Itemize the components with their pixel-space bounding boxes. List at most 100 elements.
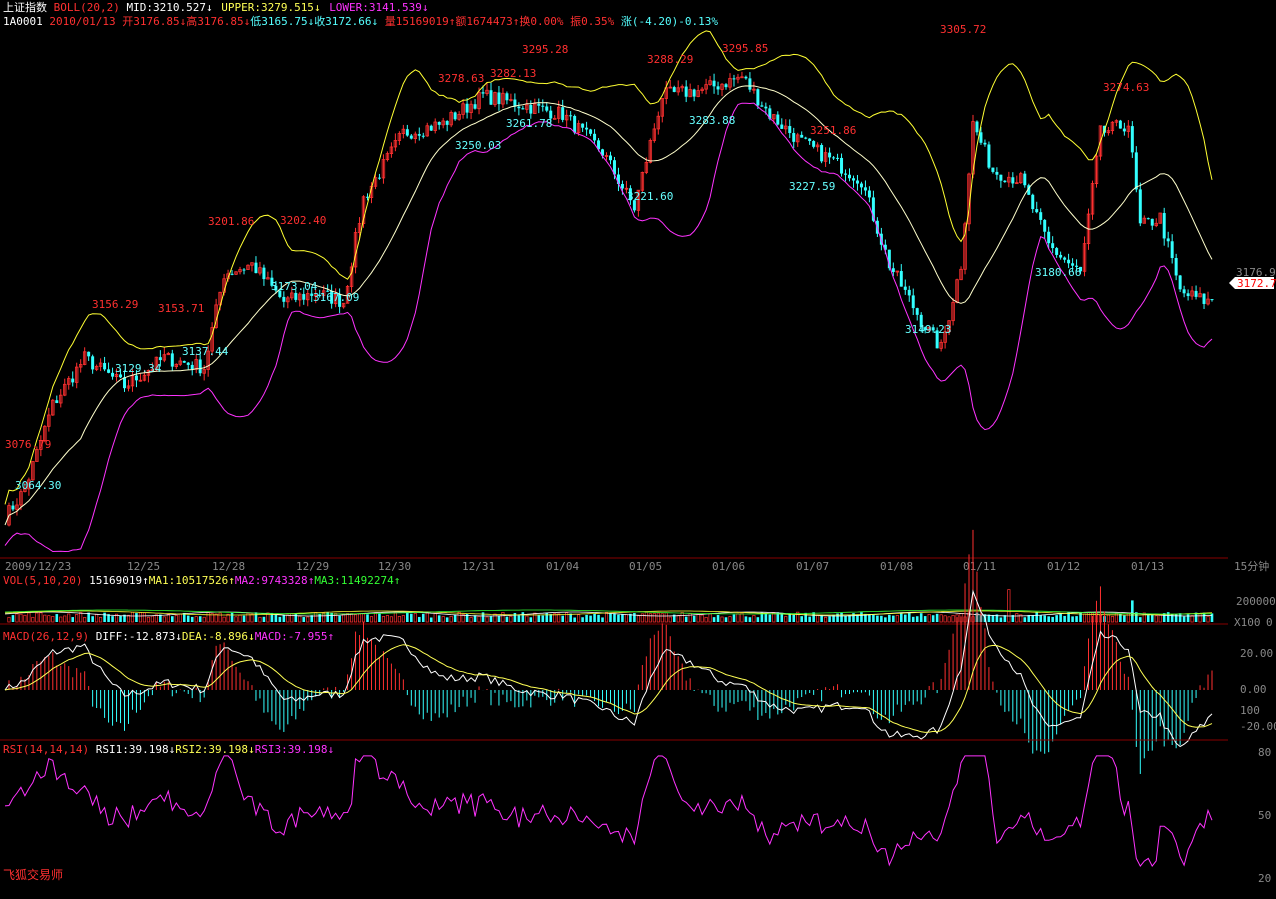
- vol-ma3: MA3:11492274: [314, 574, 394, 587]
- volume-bar: [1182, 616, 1186, 622]
- candle-body: [867, 190, 871, 198]
- volume-bar: [1043, 615, 1046, 622]
- low-annotation: 3137.44: [182, 345, 229, 358]
- candle-body: [190, 364, 194, 370]
- date-tick-label: 12/31: [462, 560, 495, 573]
- rsi-tick-label: 20: [1258, 872, 1271, 885]
- volume-bar: [473, 615, 477, 622]
- candle-body: [859, 183, 863, 188]
- down-arrow-icon: ↓: [248, 630, 255, 643]
- volume-bar: [509, 615, 513, 623]
- volume-bar: [294, 613, 298, 622]
- candle-body: [828, 152, 832, 158]
- volume-bar: [828, 616, 831, 622]
- volume-bar: [202, 616, 206, 623]
- volume-bar: [441, 616, 445, 623]
- volume-bar: [39, 612, 43, 623]
- volume-bar: [684, 616, 688, 622]
- volume-bar: [1131, 600, 1134, 622]
- volume-bar: [597, 614, 600, 622]
- down-arrow-icon: ↓: [248, 743, 255, 756]
- volume-bar: [1051, 616, 1054, 622]
- candle-body: [505, 93, 509, 101]
- volume-bar: [1186, 614, 1190, 622]
- volume-bar: [525, 615, 529, 623]
- volume-bar: [521, 612, 525, 622]
- volume-bar: [262, 616, 266, 622]
- down-arrow-icon: ↓: [175, 630, 182, 643]
- stock-chart[interactable]: 3076.79 3156.29 3153.71 3201.86 3202.40 3278.…: [0, 0, 1276, 899]
- volume-bar: [1023, 617, 1027, 622]
- candle-body: [979, 132, 983, 143]
- candle-body: [541, 105, 545, 107]
- volume-bar: [1007, 589, 1011, 623]
- volume-bar: [732, 614, 736, 622]
- volume-bar: [636, 615, 640, 623]
- candle-body: [911, 295, 915, 309]
- volume-bar: [999, 617, 1003, 622]
- candle-body: [71, 378, 75, 383]
- candle-body: [262, 267, 266, 280]
- candle-body: [1122, 128, 1126, 132]
- volume-bar: [1015, 613, 1019, 623]
- candle-body: [1166, 238, 1170, 242]
- volume-bar: [884, 617, 887, 622]
- candle-body: [975, 121, 979, 133]
- candle-body: [561, 107, 565, 120]
- candle-body: [903, 286, 907, 290]
- candle-body: [836, 157, 840, 159]
- candle-body: [764, 106, 768, 109]
- macd-diff: DIFF:-12.873: [95, 630, 176, 643]
- candle-body: [999, 174, 1003, 181]
- down-arrow-icon: ↓: [205, 1, 213, 14]
- volume-bar: [322, 612, 326, 623]
- volume-bar: [1126, 612, 1130, 623]
- candle-body: [808, 138, 812, 142]
- volume-bar: [433, 613, 437, 623]
- volume-bar: [350, 613, 354, 623]
- volume-bar: [1150, 614, 1154, 622]
- volume-bar: [549, 614, 553, 622]
- volume-bar: [381, 616, 385, 623]
- volume-bar: [903, 614, 907, 622]
- candle-body: [863, 187, 867, 191]
- volume-bar: [876, 615, 879, 622]
- volume-bar: [1059, 613, 1062, 622]
- volume-bar: [369, 616, 374, 623]
- volume-bar: [178, 613, 182, 623]
- volume-bar: [1190, 615, 1194, 623]
- candle-body: [593, 133, 597, 141]
- volume-bar: [453, 615, 457, 622]
- candle-body: [111, 372, 115, 377]
- candle-body: [445, 120, 449, 125]
- candle-body: [1067, 259, 1071, 264]
- volume-tick-label: 0: [1266, 616, 1273, 629]
- candle-body: [776, 114, 780, 125]
- boll-upper: UPPER:3279.515: [221, 1, 314, 14]
- candle-body: [780, 124, 784, 129]
- candle-body: [103, 363, 107, 370]
- volume-bar: [505, 616, 509, 622]
- candle-body: [537, 103, 541, 106]
- low-annotation: 3149.23: [905, 323, 951, 336]
- volume-bar: [1198, 613, 1202, 623]
- volume-bar: [410, 613, 413, 622]
- volume-bar: [935, 613, 939, 622]
- volume-bar: [561, 615, 564, 622]
- candle-body: [198, 359, 202, 374]
- volume-bar: [648, 613, 652, 623]
- boll-lower: LOWER:3141.539: [329, 1, 422, 14]
- candle-body: [589, 129, 593, 134]
- amount: 额1674473: [455, 15, 513, 28]
- volume-bar: [378, 613, 381, 622]
- volume-bar: [417, 616, 421, 622]
- candle-body: [11, 505, 15, 510]
- high-price: 高3176.85: [186, 15, 244, 28]
- candle-body: [620, 183, 624, 189]
- volume-bar: [146, 616, 150, 623]
- candle-body: [1194, 290, 1198, 297]
- candle-body: [282, 296, 286, 302]
- candle-body: [581, 123, 585, 128]
- low-annotation: 3064.30: [15, 479, 61, 492]
- volume-bar: [748, 617, 752, 622]
